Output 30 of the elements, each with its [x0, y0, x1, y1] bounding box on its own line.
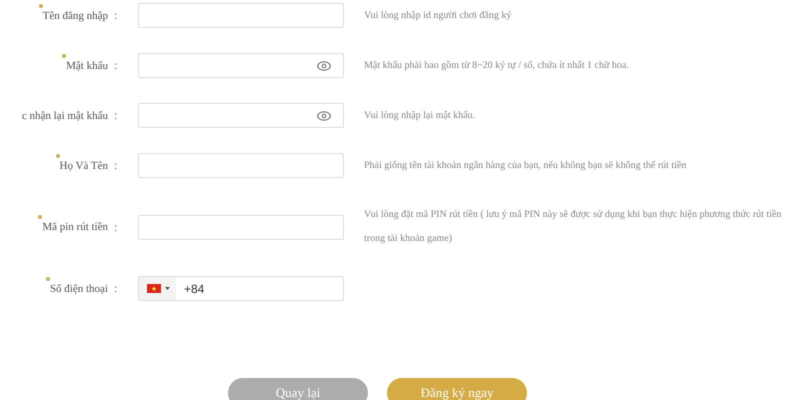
register-button[interactable]: Đăng ký ngay	[387, 378, 527, 400]
colon: :	[113, 58, 118, 73]
eye-icon[interactable]	[317, 110, 331, 120]
colon: :	[113, 281, 118, 296]
flag-icon	[147, 284, 161, 293]
field-hint: Phải giống tên tài khoản ngân hàng của bạn, nếu không bạn sẽ không thể rút tiền	[363, 158, 688, 172]
country-selector[interactable]	[139, 277, 176, 300]
field-hint: Vui lòng đặt mã PIN rút tiền ( lưu ý mã PIN này sẽ được sử dụng khi bạn thực hiện phương thức rút tiền trong tài khoản game)	[363, 208, 782, 246]
field-hint: Vui lòng nhập lại mật khẩu.	[363, 108, 476, 122]
colon: :	[113, 8, 118, 23]
back-button[interactable]: Quay lại	[228, 378, 368, 400]
input-field[interactable]	[138, 153, 344, 178]
caret-icon	[165, 287, 170, 290]
field-label: Số điện thoại	[50, 282, 108, 296]
input-field[interactable]	[138, 3, 344, 28]
field-label: Mã pin rút tiền	[42, 220, 108, 234]
field-label: Mật khẩu	[66, 58, 108, 72]
phone-field[interactable]: +84	[138, 276, 344, 301]
eye-icon[interactable]	[317, 60, 331, 70]
colon: :	[113, 220, 118, 234]
field-label: Họ Và Tên	[60, 158, 108, 172]
colon: :	[113, 158, 118, 173]
password-field[interactable]	[138, 103, 344, 128]
input-field[interactable]	[138, 214, 344, 240]
password-field[interactable]	[138, 53, 344, 78]
field-hint: Mật khẩu phải bao gồm từ 8~20 ký tự / số, chứa ít nhất 1 chữ hoa.	[363, 58, 630, 72]
field-label: c nhận lại mật khẩu	[22, 108, 108, 122]
field-hint: Vui lòng nhập id người chơi đăng ký	[363, 8, 512, 22]
colon: :	[113, 108, 118, 123]
field-label: Tên đăng nhập	[42, 8, 108, 22]
